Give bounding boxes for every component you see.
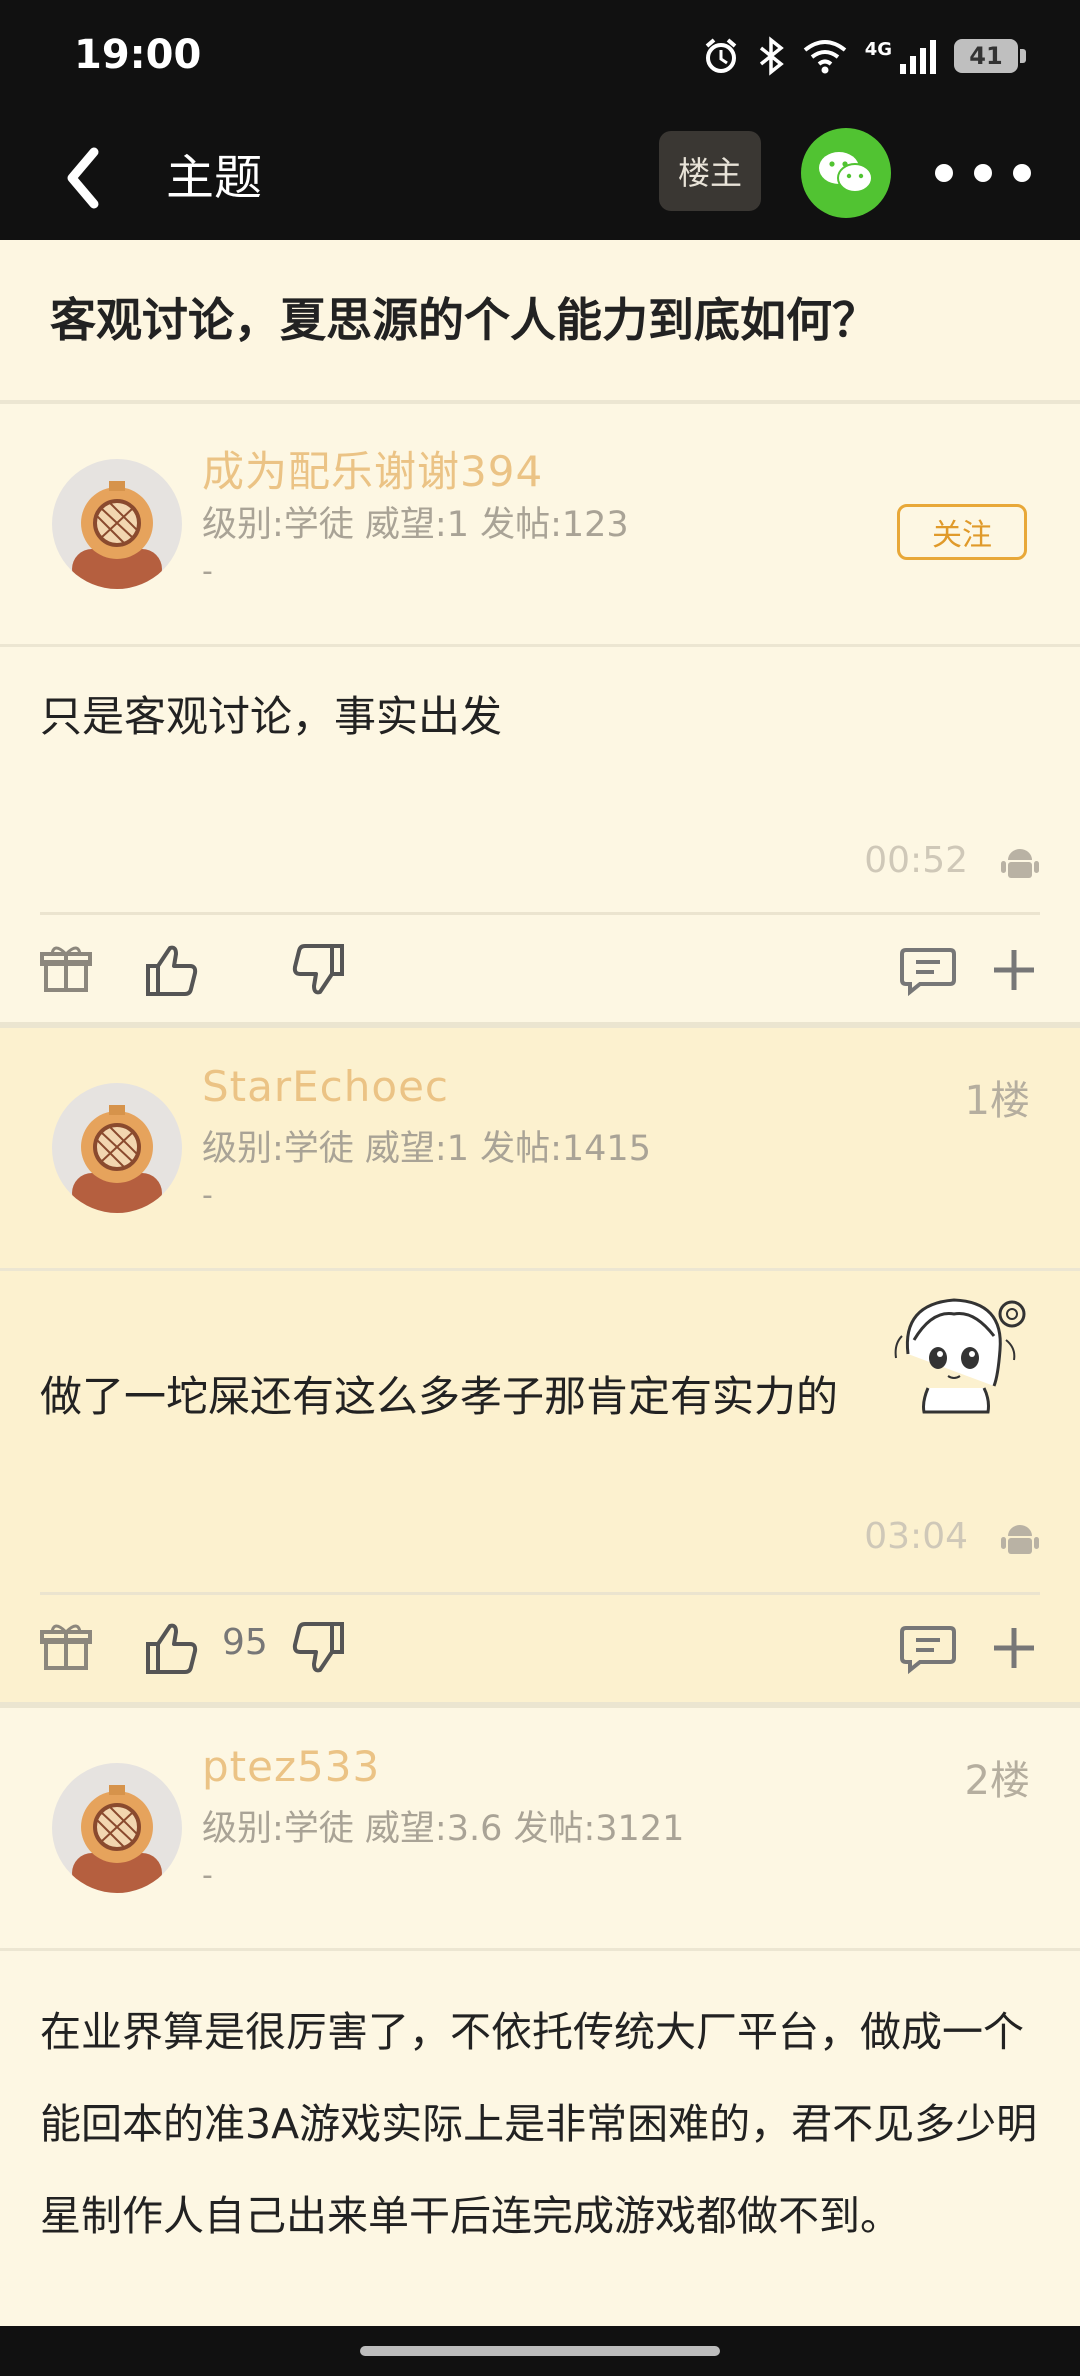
post-content: 做了一坨屎还有这么多孝子那肯定有实力的	[40, 1372, 839, 1421]
more-dot	[1013, 164, 1031, 182]
avatar[interactable]	[52, 1083, 182, 1213]
post-content: 只是客观讨论，事实出发	[40, 692, 503, 741]
post-time: 00:52	[864, 840, 968, 881]
page-title: 主题	[166, 150, 263, 206]
follow-button[interactable]: 关注	[897, 504, 1027, 560]
back-icon[interactable]	[48, 138, 128, 218]
dislike-icon[interactable]	[288, 940, 348, 1000]
topic-title: 客观讨论，夏思源的个人能力到底如何？	[50, 293, 878, 347]
status-bar: 19:00 4G 41	[0, 0, 1080, 118]
gift-icon[interactable]	[36, 940, 96, 1000]
avatar[interactable]	[52, 459, 182, 589]
android-icon	[1001, 849, 1039, 878]
more-dot	[935, 164, 953, 182]
comment-icon[interactable]	[898, 940, 958, 1000]
gift-icon[interactable]	[36, 1618, 96, 1678]
post-header: ptez533 级别:学徒 威望:3.6 发帖:3121 - 2楼	[0, 1708, 1080, 1951]
post-user-signature: -	[202, 554, 213, 589]
home-indicator[interactable]	[360, 2346, 720, 2356]
post-content: 在业界算是很厉害了，不依托传统大厂平台，做成一个能回本的准3A游戏实际上是非常困…	[40, 2008, 1038, 2240]
wechat-icon	[819, 152, 873, 193]
floor-number: 2楼	[964, 1758, 1030, 1804]
add-icon[interactable]	[984, 940, 1044, 1000]
network-type: 4G	[864, 38, 892, 60]
status-icons: 4G 41	[701, 36, 1026, 76]
diving-helmet-icon	[72, 1785, 162, 1893]
like-icon[interactable]	[142, 940, 202, 1000]
post-header: 成为配乐谢谢394 级别:学徒 威望:1 发帖:123 - 关注	[0, 404, 1080, 647]
nav-bar: 主题 楼主	[0, 118, 1080, 240]
status-time: 19:00	[74, 32, 202, 78]
post-user-signature: -	[202, 1178, 213, 1213]
topic-header: 客观讨论，夏思源的个人能力到底如何？	[0, 240, 1080, 404]
comment-icon[interactable]	[898, 1618, 958, 1678]
battery-icon: 41	[954, 39, 1026, 73]
bluetooth-icon	[759, 36, 784, 76]
wechat-share-button[interactable]	[801, 128, 891, 218]
alarm-icon	[705, 38, 736, 73]
post-user-meta: 级别:学徒 威望:3.6 发帖:3121	[202, 1809, 685, 1849]
post-header: StarEchoec 级别:学徒 威望:1 发帖:1415 - 1楼	[0, 1028, 1080, 1271]
add-icon[interactable]	[984, 1618, 1044, 1678]
floor-number: 1楼	[964, 1078, 1030, 1124]
home-indicator-bar	[0, 2326, 1080, 2376]
post-user-signature: -	[202, 1858, 213, 1893]
battery-level: 41	[969, 42, 1003, 70]
post-floor-2: ptez533 级别:学徒 威望:3.6 发帖:3121 - 2楼 在业界算是很…	[0, 1708, 1080, 2326]
post-time: 03:04	[864, 1516, 968, 1557]
diving-helmet-icon	[72, 481, 162, 589]
more-menu-button[interactable]	[935, 153, 1031, 193]
diving-helmet-icon	[72, 1105, 162, 1213]
post-user-meta: 级别:学徒 威望:1 发帖:1415	[202, 1129, 651, 1169]
more-dot	[974, 164, 992, 182]
op-only-button[interactable]: 楼主	[659, 131, 761, 211]
anime-girl-sticker	[894, 1298, 1026, 1414]
post-username[interactable]: 成为配乐谢谢394	[202, 438, 543, 499]
post-floor-1: StarEchoec 级别:学徒 威望:1 发帖:1415 - 1楼 做了一坨屎…	[0, 1028, 1080, 1708]
post-username[interactable]: ptez533	[202, 1742, 380, 1791]
avatar[interactable]	[52, 1763, 182, 1893]
android-icon	[1001, 1525, 1039, 1554]
wifi-icon	[803, 40, 846, 74]
divider	[40, 1592, 1040, 1595]
dislike-icon[interactable]	[288, 1618, 348, 1678]
signal-icon	[900, 40, 936, 74]
post-username[interactable]: StarEchoec	[202, 1062, 449, 1111]
post-op: 成为配乐谢谢394 级别:学徒 威望:1 发帖:123 - 关注 只是客观讨论，…	[0, 404, 1080, 1028]
post-actions: 95	[0, 1598, 1080, 1698]
divider	[40, 912, 1040, 915]
post-actions	[0, 920, 1080, 1020]
post-user-meta: 级别:学徒 威望:1 发帖:123	[202, 505, 629, 545]
like-count: 95	[222, 1622, 268, 1663]
like-icon[interactable]	[142, 1618, 202, 1678]
